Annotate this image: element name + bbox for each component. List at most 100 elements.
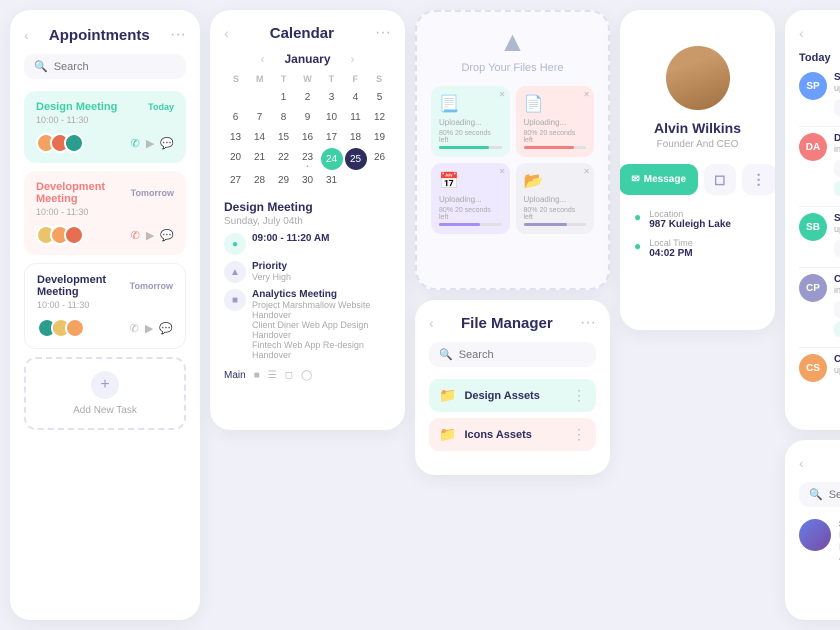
activity-header: ‹ Activity ··· — [799, 24, 840, 42]
activity-file-christian: 📃 Icons File — [834, 301, 840, 318]
video-icon-2[interactable]: ▶ — [146, 229, 154, 242]
upload-cloud-icon: ▲ — [499, 26, 527, 58]
upload-item-3: ✕ 📅 Uploading... 80% 20 seconds left — [431, 163, 510, 234]
cal-cell-today[interactable]: 24 — [321, 148, 343, 170]
inbox-search-box[interactable]: 🔍 — [799, 482, 840, 507]
chat-icon[interactable]: 💬 — [160, 137, 174, 150]
activity-panel: ‹ Activity ··· Today SP Sam Powell 07/24… — [785, 10, 840, 430]
calendar-menu[interactable]: ··· — [375, 24, 391, 42]
appointments-menu[interactable]: ··· — [170, 26, 186, 44]
phone-icon-2[interactable]: ✆ — [131, 229, 140, 242]
message-button[interactable]: ✉ Message — [620, 164, 698, 195]
appointments-back-arrow[interactable]: ‹ — [24, 27, 29, 43]
appointments-search-input[interactable] — [54, 61, 176, 73]
accept-button-christian[interactable]: Accept — [834, 322, 840, 337]
cal-cell[interactable]: 6 — [224, 108, 247, 127]
phone-icon[interactable]: ✆ — [131, 137, 140, 150]
cal-cell[interactable]: 31 — [320, 171, 343, 190]
calendar-title: Calendar — [270, 25, 334, 42]
filemanager-search-box[interactable]: 🔍 — [429, 342, 596, 367]
appointments-search-box[interactable]: 🔍 — [24, 54, 186, 79]
cal-tb-item-2[interactable]: ■ — [254, 370, 260, 381]
cal-tb-main[interactable]: Main — [224, 370, 246, 381]
phone-icon-3[interactable]: ✆ — [130, 322, 139, 335]
cal-cell[interactable]: 4 — [344, 88, 367, 107]
inbox-search-input[interactable] — [829, 489, 840, 501]
chat-icon-3[interactable]: 💬 — [159, 322, 173, 335]
upload-grid: ✕ 📃 Uploading... 80% 20 seconds left ✕ 📄… — [431, 86, 594, 234]
cal-cell[interactable]: 12 — [368, 108, 391, 127]
cal-cell[interactable]: 11 — [344, 108, 367, 127]
appointments-panel: ‹ Appointments ··· 🔍 Design Meeting Toda… — [10, 10, 200, 620]
profile-more-button[interactable]: ⋮ — [742, 164, 775, 195]
activity-desc-christian: invited you to a icons channel — [834, 285, 840, 295]
add-task-button[interactable]: + — [91, 371, 119, 399]
event-meeting-desc2: Client Diner Web App Design Handover — [252, 320, 391, 340]
profile-copy-button[interactable]: ◻ — [704, 164, 736, 195]
event-meeting-desc3: Fintech Web App Re-design Handover — [252, 340, 391, 360]
inbox-back-arrow[interactable]: ‹ — [799, 455, 804, 471]
video-icon[interactable]: ▶ — [146, 137, 154, 150]
cal-cell[interactable]: 21 — [248, 148, 271, 170]
cal-next-month[interactable]: › — [351, 52, 355, 66]
cal-cell[interactable]: 30 — [296, 171, 319, 190]
cal-cell[interactable]: 10 — [320, 108, 343, 127]
cal-month-name: January — [284, 52, 330, 66]
upload-close-2[interactable]: ✕ — [583, 90, 590, 99]
upload-close-4[interactable]: ✕ — [583, 167, 590, 176]
upload-label: Drop Your Files Here — [461, 62, 563, 74]
activity-desc-sara: uploaded a new file — [834, 224, 840, 234]
cal-cell[interactable]: 16 — [296, 128, 319, 147]
cal-cell[interactable]: 7 — [248, 108, 271, 127]
cal-cell[interactable]: 8 — [272, 108, 295, 127]
filemanager-back-arrow[interactable]: ‹ — [429, 315, 434, 331]
cal-cell[interactable]: 26 — [368, 148, 391, 170]
accept-button-daniel[interactable]: Accept — [834, 181, 840, 196]
cal-cell[interactable]: 5 — [368, 88, 391, 107]
cal-cell[interactable] — [248, 88, 271, 107]
cal-cell[interactable]: 9 — [296, 108, 319, 127]
cal-tb-item-3[interactable]: ☰ — [268, 370, 277, 381]
cal-cell[interactable]: 15 — [272, 128, 295, 147]
cal-cell[interactable]: 1 — [272, 88, 295, 107]
file-menu-icons[interactable]: ⋮ — [572, 426, 586, 443]
appointments-title: Appointments — [49, 27, 150, 44]
filemanager-search-input[interactable] — [459, 349, 586, 361]
meeting-icon: ■ — [224, 289, 246, 311]
cal-tb-item-4[interactable]: ◻ — [285, 370, 293, 381]
upload-close-3[interactable]: ✕ — [499, 167, 506, 176]
cal-tb-item-5[interactable]: ◯ — [301, 370, 312, 381]
cal-cell[interactable]: 19 — [368, 128, 391, 147]
cal-cell[interactable]: 13 — [224, 128, 247, 147]
cal-cell[interactable]: 27 — [224, 171, 247, 190]
calendar-back-arrow[interactable]: ‹ — [224, 25, 229, 41]
event-date: Sunday, July 04th — [224, 216, 391, 227]
filemanager-menu[interactable]: ··· — [580, 314, 596, 332]
appt-avatars-design — [36, 133, 78, 153]
location-value: 987 Kuleigh Lake — [649, 219, 731, 230]
cal-cell[interactable]: 29 — [272, 171, 295, 190]
activity-item-sara: SB Sara Burton 01/24/2020 uploaded a new… — [799, 213, 840, 257]
upload-item-1: ✕ 📃 Uploading... 80% 20 seconds left — [431, 86, 510, 157]
cal-cell[interactable]: 20 — [224, 148, 247, 170]
upload-close-1[interactable]: ✕ — [499, 90, 506, 99]
cal-cell[interactable]: 3 — [320, 88, 343, 107]
appt-badge-dev1: Tomorrow — [131, 188, 174, 198]
file-menu-design[interactable]: ⋮ — [572, 387, 586, 404]
event-priority-value: Very High — [252, 272, 291, 282]
cal-cell[interactable]: 2 — [296, 88, 319, 107]
cal-cell[interactable]: 22 — [272, 148, 295, 170]
cal-cell[interactable]: 14 — [248, 128, 271, 147]
calendar-grid: S M T W T F S 1 2 3 4 5 6 7 8 9 10 — [224, 74, 391, 190]
video-icon-3[interactable]: ▶ — [145, 322, 153, 335]
cal-cell-selected[interactable]: 25 — [345, 148, 367, 170]
cal-cell-23[interactable]: 23 — [296, 148, 319, 170]
cal-prev-month[interactable]: ‹ — [260, 52, 264, 66]
cal-cell[interactable]: 17 — [320, 128, 343, 147]
activity-name-christian: Christian Page — [834, 274, 840, 285]
cal-cell[interactable]: 28 — [248, 171, 271, 190]
activity-back-arrow[interactable]: ‹ — [799, 25, 804, 41]
chat-icon-2[interactable]: 💬 — [160, 229, 174, 242]
cal-cell[interactable]: 18 — [344, 128, 367, 147]
cal-cell[interactable] — [224, 88, 247, 107]
